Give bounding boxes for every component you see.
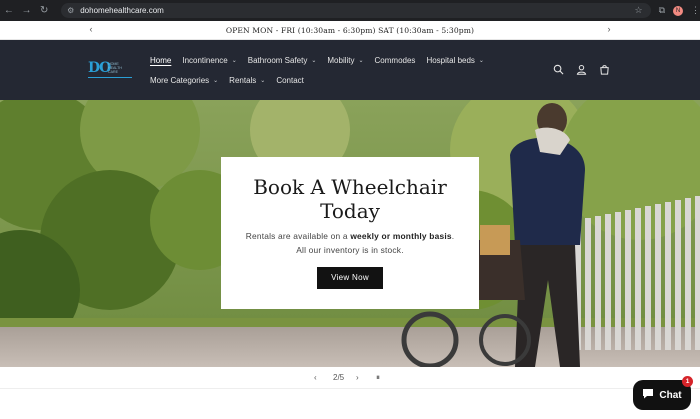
logo-underline xyxy=(88,77,132,78)
slideshow-prev-button[interactable]: ‹ xyxy=(314,373,317,382)
announcement-prev-button[interactable]: ‹ xyxy=(85,24,97,34)
site-logo[interactable]: DO HOME HEALTH CARE xyxy=(88,60,132,80)
slideshow-controls: ‹ 2/5 › ⏸ xyxy=(0,367,700,389)
announcement-next-button[interactable]: › xyxy=(603,24,615,34)
hero-description: Rentals are available on a weekly or mon… xyxy=(245,231,455,255)
chat-button[interactable]: Chat 1 xyxy=(633,376,693,410)
logo-mark: DO xyxy=(88,60,111,76)
url-text[interactable]: dohomehealthcare.com xyxy=(80,6,634,15)
hero-banner: Book A Wheelchair Today Rentals are avai… xyxy=(0,100,700,367)
nav-item-hospital-beds[interactable]: Hospital beds ⌄ xyxy=(426,56,484,65)
pause-icon[interactable]: ⏸ xyxy=(376,373,380,383)
site-info-icon[interactable]: ⚙ xyxy=(67,6,74,15)
chat-notification-badge: 1 xyxy=(682,376,693,387)
slideshow-counter: 2/5 xyxy=(333,373,345,382)
address-bar[interactable]: ⚙ dohomehealthcare.com ☆ xyxy=(61,3,651,18)
back-icon[interactable]: ← xyxy=(0,0,18,21)
nav-item-bathroom-safety[interactable]: Bathroom Safety ⌄ xyxy=(248,56,317,65)
site-header: DO HOME HEALTH CARE Home Incontinence ⌄ B… xyxy=(0,40,700,100)
view-now-button[interactable]: View Now xyxy=(317,267,383,289)
nav-item-mobility[interactable]: Mobility ⌄ xyxy=(327,56,363,65)
chevron-down-icon: ⌄ xyxy=(213,78,219,84)
announcement-bar: ‹ OPEN MON - FRI (10:30am - 6:30pm) SAT … xyxy=(0,21,700,40)
extensions-icon[interactable]: ⧉ xyxy=(659,5,665,16)
nav-item-rentals[interactable]: Rentals ⌄ xyxy=(229,76,265,85)
forward-icon[interactable]: → xyxy=(18,0,36,21)
chevron-down-icon: ⌄ xyxy=(478,58,484,64)
nav-item-home[interactable]: Home xyxy=(150,56,171,65)
chat-bubble-icon xyxy=(642,388,654,402)
browser-toolbar: ← → ↻ ⚙ dohomehealthcare.com ☆ ⧉ N ⋮ xyxy=(0,0,700,21)
nav-item-more-categories[interactable]: More Categories ⌄ xyxy=(150,76,218,85)
profile-avatar[interactable]: N xyxy=(673,5,684,16)
logo-tagline: HOME HEALTH CARE xyxy=(108,62,122,74)
bookmark-star-icon[interactable]: ☆ xyxy=(635,5,643,16)
slideshow-next-button[interactable]: › xyxy=(356,373,359,382)
chat-label: Chat xyxy=(659,389,682,401)
nav-item-commodes[interactable]: Commodes xyxy=(375,56,416,65)
nav-item-incontinence[interactable]: Incontinence ⌄ xyxy=(182,56,236,65)
cart-icon[interactable] xyxy=(599,64,610,75)
main-nav-row-2: More Categories ⌄ Rentals ⌄ Contact xyxy=(150,76,315,85)
menu-icon[interactable]: ⋮ xyxy=(691,5,700,16)
chevron-down-icon: ⌄ xyxy=(358,58,364,64)
chevron-down-icon: ⌄ xyxy=(260,78,266,84)
nav-item-contact[interactable]: Contact xyxy=(276,76,304,85)
chevron-down-icon: ⌄ xyxy=(231,58,237,64)
reload-icon[interactable]: ↻ xyxy=(35,0,53,21)
main-nav-row-1: Home Incontinence ⌄ Bathroom Safety ⌄ Mobi… xyxy=(150,56,495,65)
account-icon[interactable] xyxy=(576,64,587,75)
hero-heading: Book A Wheelchair Today xyxy=(253,175,447,223)
search-icon[interactable] xyxy=(553,64,564,75)
store-hours-text: OPEN MON - FRI (10:30am - 6:30pm) SAT (1… xyxy=(225,25,475,35)
hero-content-card: Book A Wheelchair Today Rentals are avai… xyxy=(221,157,479,309)
chevron-down-icon: ⌄ xyxy=(311,58,317,64)
